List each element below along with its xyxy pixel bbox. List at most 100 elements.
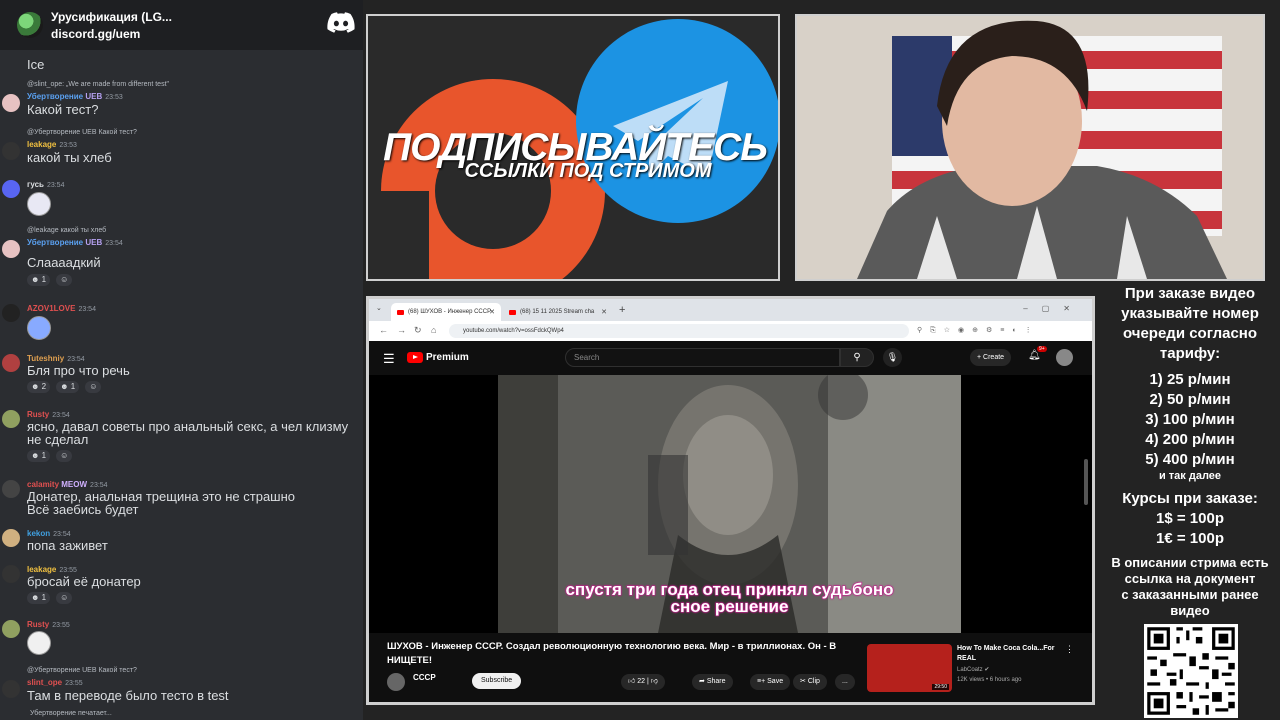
message-author[interactable]: Rusty 23:55 — [27, 620, 70, 629]
avatar[interactable] — [2, 354, 20, 372]
tab-search-icon[interactable]: ⌄ — [376, 304, 382, 312]
add-reaction-icon[interactable]: ☺ — [85, 381, 102, 393]
recommended-title[interactable]: How To Make Coca Cola...For REAL — [957, 644, 1062, 664]
menu-icon[interactable]: ☰ — [383, 351, 395, 367]
clip-button[interactable]: ✂ Clip — [793, 674, 827, 690]
desc-line: ссылка на документ — [1124, 571, 1256, 586]
close-tab-icon[interactable]: ✕ — [601, 308, 607, 316]
reaction[interactable]: ☻ 2 — [27, 381, 51, 393]
home-icon[interactable]: ⌂ — [431, 325, 436, 335]
close-tab-icon[interactable]: ✕ — [489, 308, 495, 316]
forward-icon[interactable]: → — [397, 325, 406, 335]
reaction-bar: ☻ 1 ☺ — [27, 450, 73, 462]
message-time: 23:54 — [67, 356, 85, 363]
window-controls[interactable]: –▢✕ — [1023, 304, 1084, 313]
message-text: попа заживет — [27, 538, 108, 553]
message-list[interactable]: Ice @slint_ope: „We are made from differ… — [0, 50, 363, 720]
reply-preview[interactable]: @Убертворение UEB Какой тест? — [27, 129, 137, 136]
reaction[interactable]: ☻ 1 — [27, 592, 51, 604]
account-avatar[interactable] — [1056, 349, 1073, 366]
reaction[interactable]: ☻ 1 — [27, 274, 51, 286]
recommended-thumbnail[interactable]: 29:50 — [867, 644, 952, 692]
message-author[interactable]: Убертворение UEB 23:53 — [27, 92, 123, 101]
more-actions-button[interactable]: ... — [835, 674, 855, 690]
channel-avatar[interactable] — [387, 673, 405, 691]
avatar[interactable] — [2, 180, 20, 198]
avatar[interactable] — [2, 304, 20, 322]
reply-preview[interactable]: @leakage какой ты хлеб — [27, 227, 106, 234]
avatar[interactable] — [2, 620, 20, 638]
like-button[interactable]: 👍︎ 22 | 👎︎ — [621, 674, 665, 690]
save-button[interactable]: ≡+ Save — [750, 674, 791, 690]
avatar[interactable] — [2, 565, 20, 583]
youtube-logo[interactable]: Premium — [407, 352, 469, 363]
message-author[interactable]: leakage 23:55 — [27, 565, 77, 574]
back-icon[interactable]: ← — [379, 325, 388, 335]
message-author[interactable]: calamity MEOW 23:54 — [27, 480, 108, 489]
message-time: 23:54 — [78, 306, 96, 313]
user-badge: MEOW — [61, 480, 88, 489]
youtube-favicon-icon — [509, 309, 516, 315]
desc-line: В описании стрима есть — [1111, 555, 1269, 570]
kebab-menu-icon[interactable]: ⋮ — [1065, 644, 1074, 655]
message-text: не сделал — [27, 432, 89, 447]
server-invite-link[interactable]: discord.gg/uem — [51, 27, 172, 41]
add-reaction-icon[interactable]: ☺ — [56, 450, 73, 462]
share-icon: ➦ — [699, 678, 705, 685]
info-line: очереди согласно — [1122, 325, 1258, 342]
search-icon[interactable]: ⚲ — [840, 348, 874, 367]
microphone-icon[interactable]: 🎙︎ — [883, 348, 902, 367]
address-bar[interactable]: youtube.com/watch?v=ossFdckQWp4 — [449, 324, 909, 338]
message-text: бросай её донатер — [27, 574, 141, 589]
add-reaction-icon[interactable]: ☺ — [56, 274, 73, 286]
avatar[interactable] — [2, 142, 20, 160]
extension-icons[interactable]: ⚲⎘☆◉⊕⚙≡◐⋮ — [917, 326, 1040, 335]
search-input[interactable]: Search — [565, 348, 840, 367]
avatar[interactable] — [2, 94, 20, 112]
notification-badge: 9+ — [1037, 346, 1047, 352]
tab-video[interactable]: (68) ШУХОВ - Инженер СССР ✕ — [391, 303, 501, 321]
recommended-channel[interactable]: LabCoatz ✔ — [957, 666, 989, 673]
message-author[interactable]: leakage 23:53 — [27, 140, 77, 149]
message-author[interactable]: Tuteshniy 23:54 — [27, 354, 85, 363]
telegram-logo-icon — [576, 19, 778, 223]
message-author[interactable]: Убертворение UEB 23:54 — [27, 238, 123, 247]
reply-preview[interactable]: @Убертворение UEB Какой тест? — [27, 667, 137, 674]
avatar[interactable] — [2, 680, 20, 698]
webcam-feed — [795, 14, 1265, 281]
avatar[interactable] — [2, 240, 20, 258]
add-reaction-icon[interactable]: ☺ — [56, 592, 73, 604]
message-author[interactable]: гусь 23:54 — [27, 180, 64, 189]
subscribe-button[interactable]: Subscribe — [472, 673, 522, 689]
reply-preview[interactable]: @slint_ope: „We are made from different … — [27, 81, 169, 88]
browser-toolbar: ← → ↻ ⌂ youtube.com/watch?v=ossFdckQWp4 … — [369, 321, 1092, 341]
message-author[interactable]: kekon 23:54 — [27, 529, 71, 538]
avatar[interactable] — [2, 410, 20, 428]
avatar[interactable] — [2, 529, 20, 547]
message-author[interactable]: Rusty 23:54 — [27, 410, 70, 419]
reaction[interactable]: ☻ 1 — [27, 450, 51, 462]
message-time: 23:53 — [59, 142, 77, 149]
discord-logo-icon — [327, 12, 355, 33]
message-author[interactable]: AZOV1LOVE 23:54 — [27, 304, 96, 313]
tab-stream-chat[interactable]: (68) 15 11 2025 Stream cha ✕ — [503, 303, 613, 321]
qr-code — [1144, 624, 1238, 718]
message-author[interactable]: slint_ope 23:55 — [27, 678, 83, 687]
scrollbar[interactable] — [1084, 459, 1088, 505]
reaction[interactable]: ☻ 1 — [56, 381, 80, 393]
message-text: Ice — [27, 57, 45, 72]
user-badge: UEB — [85, 238, 103, 247]
message-time: 23:55 — [52, 622, 70, 629]
message-text: Слаааадкий — [27, 255, 101, 270]
info-line: указывайте номер — [1121, 305, 1259, 322]
server-name: Урусификация (LG... — [51, 9, 172, 24]
new-tab-button[interactable]: + — [619, 304, 625, 316]
channel-name[interactable]: СССР — [413, 673, 436, 682]
avatar[interactable] — [2, 480, 20, 498]
discord-chat-panel: Урусификация (LG... discord.gg/uem Ice @… — [0, 0, 363, 720]
share-button[interactable]: ➦ Share — [692, 674, 733, 690]
create-button[interactable]: + Create — [970, 349, 1012, 366]
youtube-favicon-icon — [397, 309, 404, 315]
video-player[interactable]: спустя три года отец принял судьбоно сное… — [369, 375, 1092, 633]
reload-icon[interactable]: ↻ — [414, 325, 422, 336]
